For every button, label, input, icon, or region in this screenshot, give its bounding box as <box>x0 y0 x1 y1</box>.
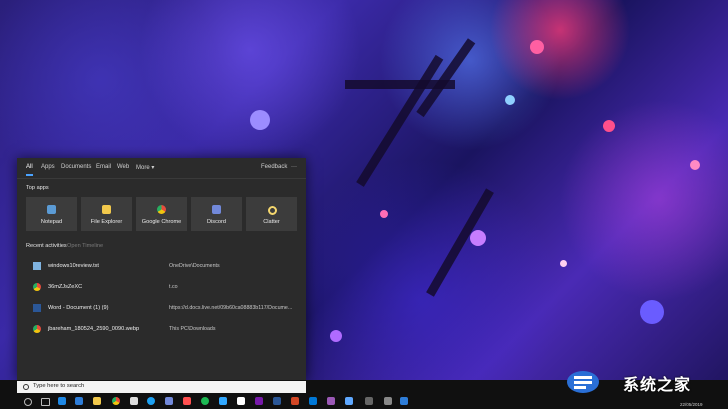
app-tile-discord[interactable]: Discord <box>191 197 242 231</box>
tab-apps[interactable]: Apps <box>41 164 55 170</box>
watermark-text: 系统之家 <box>623 377 692 394</box>
recent-item-path: This PC\Downloads <box>169 326 216 332</box>
onenote-icon[interactable] <box>255 397 263 405</box>
recent-item[interactable]: jbareham_180524_2590_0090.webp This PC\D… <box>26 320 302 338</box>
app-icon[interactable] <box>365 397 373 405</box>
wallpaper-bubble <box>640 300 664 324</box>
watermark-logo <box>567 371 599 393</box>
notepad-icon <box>33 262 41 270</box>
wallpaper-bubble <box>470 230 486 246</box>
app-tile-label: Discord <box>207 219 226 225</box>
app-tile-clatter[interactable]: Clatter <box>246 197 297 231</box>
wallpaper-bubble <box>603 120 615 132</box>
chrome-icon <box>157 205 166 214</box>
chrome-icon[interactable] <box>112 397 120 405</box>
app-tile-google-chrome[interactable]: Google Chrome <box>136 197 187 231</box>
wallpaper-bubble <box>380 210 388 218</box>
discord-icon <box>212 205 221 214</box>
recent-item-name: windows10review.txt <box>48 263 99 269</box>
search-panel: All Apps Documents Email Web More ▾ Feed… <box>17 158 306 380</box>
search-tabs: All Apps Documents Email Web More ▾ Feed… <box>17 158 306 179</box>
app-icon[interactable] <box>130 397 138 405</box>
app-tile-file-explorer[interactable]: File Explorer <box>81 197 132 231</box>
discord-icon[interactable] <box>165 397 173 405</box>
taskbar-search-box[interactable]: Type here to search <box>17 381 306 393</box>
wallpaper-bubble <box>330 330 342 342</box>
wallpaper-bubble <box>505 95 515 105</box>
recent-item-name: jbareham_180524_2590_0090.webp <box>48 326 140 332</box>
app-tile-label: Google Chrome <box>141 219 182 225</box>
recent-item[interactable]: Word - Document (1) (9) https://d.docs.l… <box>26 299 302 317</box>
recent-item-path: https://d.docs.live.net/09b60ca08883b117… <box>169 305 293 311</box>
tab-documents[interactable]: Documents <box>61 164 91 170</box>
app-icon[interactable] <box>327 397 335 405</box>
search-placeholder: Type here to search <box>33 383 85 389</box>
tab-more[interactable]: More ▾ <box>136 164 154 171</box>
recent-item[interactable]: 36mZJsZeXC t.co <box>26 278 302 296</box>
wallpaper-bubble <box>530 40 544 54</box>
top-apps-heading: Top apps <box>26 185 49 191</box>
more-options-button[interactable]: ··· <box>291 164 297 170</box>
store-icon[interactable] <box>75 397 83 405</box>
app-icon[interactable] <box>291 397 299 405</box>
wallpaper-bubble <box>690 160 700 170</box>
chrome-icon <box>33 283 41 291</box>
app-icon[interactable] <box>400 397 408 405</box>
tab-all[interactable]: All <box>26 164 33 176</box>
recent-activities-heading: Recent activities <box>26 243 67 249</box>
app-icon[interactable] <box>183 397 191 405</box>
recent-item-path: t.co <box>169 284 178 290</box>
open-timeline-link[interactable]: Open Timeline <box>67 243 103 249</box>
search-icon <box>23 384 29 390</box>
app-icon[interactable] <box>147 397 155 405</box>
clatter-icon <box>268 206 277 215</box>
app-tile-label: File Explorer <box>90 219 123 225</box>
app-tile-notepad[interactable]: Notepad <box>26 197 77 231</box>
task-view-icon[interactable] <box>41 398 50 406</box>
outlook-icon[interactable] <box>309 397 317 405</box>
photoshop-icon[interactable] <box>219 397 227 405</box>
app-tile-label: Clatter <box>263 219 280 225</box>
feedback-link[interactable]: Feedback <box>261 164 287 170</box>
recent-item-path: OneDrive\Documents <box>169 263 220 269</box>
tab-web[interactable]: Web <box>117 164 129 170</box>
watermark: 系统之家 <box>561 362 728 409</box>
wallpaper-bubble <box>560 260 567 267</box>
wallpaper-bubble <box>250 110 270 130</box>
folder-icon[interactable] <box>93 397 101 405</box>
start-button[interactable] <box>8 397 16 405</box>
recent-item-name: 36mZJsZeXC <box>48 284 83 290</box>
tab-email[interactable]: Email <box>96 164 111 170</box>
app-icon[interactable] <box>345 397 353 405</box>
edge-icon[interactable] <box>58 397 66 405</box>
recent-item[interactable]: windows10review.txt OneDrive\Documents <box>26 257 302 275</box>
folder-icon <box>102 205 111 214</box>
chrome-icon <box>33 325 41 333</box>
cortana-icon[interactable] <box>24 398 32 406</box>
word-icon <box>33 304 41 312</box>
app-tile-label: Notepad <box>40 219 63 225</box>
spotify-icon[interactable] <box>201 397 209 405</box>
recent-item-name: Word - Document (1) (9) <box>48 305 109 311</box>
notion-icon[interactable] <box>237 397 245 405</box>
app-icon[interactable] <box>384 397 392 405</box>
notepad-icon <box>47 205 56 214</box>
word-icon[interactable] <box>273 397 281 405</box>
